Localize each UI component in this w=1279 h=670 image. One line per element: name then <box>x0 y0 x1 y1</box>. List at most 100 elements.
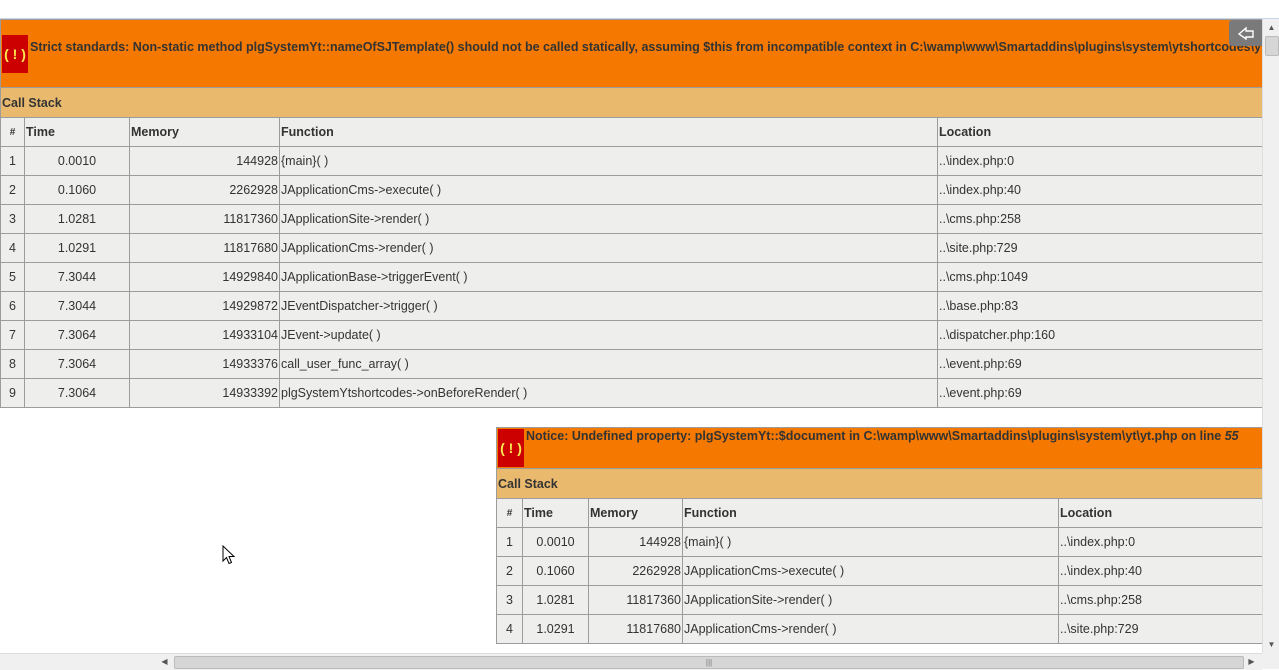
horizontal-scrollbar[interactable]: ◀ ||| ▶ <box>0 653 1262 670</box>
table-row: 2 0.1060 2262928 JApplicationCms->execute( … <box>0 175 1262 205</box>
call-stack-header-row: # Time Memory Function Location <box>0 117 1262 147</box>
table-row: 1 0.0010 144928 {main}( ) ..\index.php:0 <box>0 146 1262 176</box>
row-function: JApplicationCms->execute( ) <box>682 556 1059 586</box>
call-stack-header-row: # Time Memory Function Location <box>496 498 1262 528</box>
table-row: 9 7.3064 14933392 plgSystemYtshortcodes->on… <box>0 378 1262 408</box>
scroll-up-arrow-icon[interactable]: ▲ <box>1263 19 1279 36</box>
table-row: 3 1.0281 11817360 JApplicationSite->render(… <box>0 204 1262 234</box>
scroll-left-arrow-icon[interactable]: ◀ <box>156 654 173 670</box>
row-location: ..\index.php:0 <box>936 146 1262 176</box>
scroll-right-arrow-icon[interactable]: ▶ <box>1243 654 1260 670</box>
table-row: 3 1.0281 11817360 JApplicationSite->render(… <box>496 585 1262 615</box>
row-time: 1.0281 <box>522 585 589 615</box>
column-header-index: # <box>0 117 25 147</box>
row-time: 7.3044 <box>24 291 130 321</box>
row-time: 1.0291 <box>522 614 589 644</box>
row-time: 7.3064 <box>24 378 130 408</box>
scrollbar-corner <box>1262 653 1279 669</box>
error-message-text: Strict standards: Non-static method plgS… <box>30 39 1262 54</box>
row-index: 3 <box>0 204 25 234</box>
row-location: ..\site.php:729 <box>1057 614 1262 644</box>
row-function: JApplicationCms->render( ) <box>279 233 938 263</box>
table-row: 5 7.3044 14929840 JApplicationBase->trigger… <box>0 262 1262 292</box>
call-stack-body: 1 0.0010 144928 {main}( ) ..\index.php:0 2 0.1… <box>0 146 1262 408</box>
row-memory: 14933392 <box>129 378 280 408</box>
row-memory: 144928 <box>588 527 683 557</box>
vertical-scroll-thumb[interactable] <box>1265 36 1279 56</box>
row-function: call_user_func_array( ) <box>279 349 938 379</box>
scroll-down-arrow-icon[interactable]: ▼ <box>1263 636 1279 653</box>
row-function: {main}( ) <box>279 146 938 176</box>
error-table-notice: ( ! )Notice: Undefined property: plgSyst… <box>495 427 1262 644</box>
table-row: 1 0.0010 144928 {main}( ) ..\index.php:0 <box>496 527 1262 557</box>
row-time: 0.1060 <box>522 556 589 586</box>
error-message-header: ( ! )Notice: Undefined property: plgSyst… <box>495 427 1262 469</box>
page-viewport: ( ! ) Strict standards: Non-static method… <box>0 19 1262 653</box>
row-index: 4 <box>0 233 25 263</box>
error-message-text: Notice: Undefined property: plgSystemYt:… <box>526 429 1225 443</box>
row-location: ..\dispatcher.php:160 <box>936 320 1262 350</box>
row-memory: 14933104 <box>129 320 280 350</box>
row-function: JApplicationSite->render( ) <box>279 204 938 234</box>
row-location: ..\site.php:729 <box>936 233 1262 263</box>
horizontal-scroll-thumb[interactable]: ||| <box>174 656 1244 669</box>
row-memory: 11817680 <box>588 614 683 644</box>
mouse-cursor-icon <box>222 545 236 565</box>
row-location: ..\cms.php:1049 <box>936 262 1262 292</box>
row-index: 7 <box>0 320 25 350</box>
call-stack-body: 1 0.0010 144928 {main}( ) ..\index.php:0 2 0.1… <box>496 527 1262 644</box>
row-memory: 2262928 <box>588 556 683 586</box>
row-index: 3 <box>496 585 523 615</box>
table-row: 4 1.0291 11817680 JApplicationCms->render( … <box>496 614 1262 644</box>
row-index: 1 <box>496 527 523 557</box>
table-row: 8 7.3064 14933376 call_user_func_array( )..… <box>0 349 1262 379</box>
row-index: 8 <box>0 349 25 379</box>
error-message-header: ( ! ) Strict standards: Non-static method… <box>0 19 1262 88</box>
call-stack-label: Call Stack <box>0 87 1262 118</box>
row-time: 7.3044 <box>24 262 130 292</box>
row-memory: 144928 <box>129 146 280 176</box>
row-index: 2 <box>0 175 25 205</box>
browser-top-bar <box>0 0 1279 19</box>
column-header-memory: Memory <box>588 498 683 528</box>
row-index: 2 <box>496 556 523 586</box>
row-time: 0.0010 <box>24 146 130 176</box>
row-location: ..\cms.php:258 <box>1057 585 1262 615</box>
row-index: 1 <box>0 146 25 176</box>
row-function: JApplicationSite->render( ) <box>682 585 1059 615</box>
table-row: 6 7.3044 14929872 JEventDispatcher->trigger… <box>0 291 1262 321</box>
row-function: plgSystemYtshortcodes->onBeforeRender( ) <box>279 378 938 408</box>
row-function: JEventDispatcher->trigger( ) <box>279 291 938 321</box>
row-location: ..\cms.php:258 <box>936 204 1262 234</box>
error-line-number: 55 <box>1224 429 1239 443</box>
column-header-location: Location <box>936 117 1262 147</box>
row-time: 1.0291 <box>24 233 130 263</box>
column-header-function: Function <box>682 498 1059 528</box>
error-exclamation-icon: ( ! ) <box>498 429 524 467</box>
column-header-function: Function <box>279 117 938 147</box>
floating-share-button[interactable] <box>1229 20 1262 46</box>
row-index: 9 <box>0 378 25 408</box>
row-memory: 14929872 <box>129 291 280 321</box>
vertical-scrollbar[interactable]: ▲ ▼ <box>1262 19 1279 653</box>
column-header-time: Time <box>522 498 589 528</box>
row-location: ..\index.php:40 <box>1057 556 1262 586</box>
row-location: ..\base.php:83 <box>936 291 1262 321</box>
row-index: 4 <box>496 614 523 644</box>
row-location: ..\index.php:0 <box>1057 527 1262 557</box>
row-memory: 14929840 <box>129 262 280 292</box>
row-memory: 14933376 <box>129 349 280 379</box>
call-stack-label: Call Stack <box>495 468 1262 499</box>
row-time: 0.0010 <box>522 527 589 557</box>
row-location: ..\event.php:69 <box>936 349 1262 379</box>
row-function: JApplicationCms->render( ) <box>682 614 1059 644</box>
row-memory: 11817680 <box>129 233 280 263</box>
column-header-index: # <box>496 498 523 528</box>
row-time: 7.3064 <box>24 320 130 350</box>
row-memory: 2262928 <box>129 175 280 205</box>
table-row: 4 1.0291 11817680 JApplicationCms->render( … <box>0 233 1262 263</box>
row-time: 1.0281 <box>24 204 130 234</box>
row-function: JEvent->update( ) <box>279 320 938 350</box>
row-memory: 11817360 <box>588 585 683 615</box>
error-exclamation-icon: ( ! ) <box>2 34 28 73</box>
